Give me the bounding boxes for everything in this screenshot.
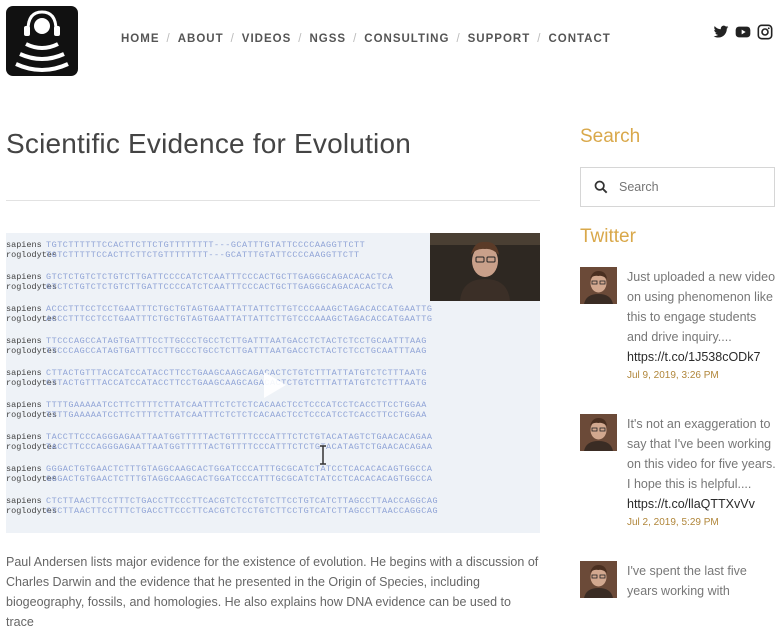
- dna-sequence: TTTTGAAAAATCCTTCTTTTCTTATCAATTTCTCTCTCAC…: [46, 411, 427, 420]
- species-label: roglodytes: [6, 443, 58, 452]
- species-label: sapiens: [6, 497, 42, 506]
- nav-home[interactable]: HOME: [121, 33, 160, 45]
- divider: [6, 200, 540, 201]
- social-links: [713, 24, 773, 40]
- nav-separator: /: [298, 33, 303, 45]
- site-logo[interactable]: [6, 6, 78, 76]
- species-label: roglodytes: [6, 475, 58, 484]
- sequence-row: roglodytesTACCTTCCCAGGGAGAATTAATGGTTTTTA…: [6, 443, 540, 467]
- nav-separator: /: [537, 33, 542, 45]
- text-cursor-icon: [319, 445, 327, 465]
- species-label: sapiens: [6, 241, 42, 250]
- species-label: sapiens: [6, 433, 42, 442]
- tweet-text: I've spent the last five years working w…: [627, 564, 747, 598]
- sequence-row: roglodytesGGGACTGTGAACTCTTTGTAGGCAAGCACT…: [6, 475, 540, 499]
- dna-sequence: ACCCTTTCCTCCTGAATTTCTGCTGTAGTGAATTATTATT…: [46, 305, 433, 314]
- twitter-heading: Twitter: [580, 226, 636, 247]
- video-player[interactable]: sapiens TGTCTTTTTTCCACTTCTTCTGTTTTTTTT---…: [6, 233, 540, 533]
- dna-sequence: CTTACTGTTTACCATCCATACCTTCCTGAAGCAAGCAGAC…: [46, 379, 427, 388]
- nav-support[interactable]: SUPPORT: [468, 33, 531, 45]
- sequence-row: roglodytesTTTTGAAAAATCCTTCTTTTCTTATCAATT…: [6, 411, 540, 435]
- search-input[interactable]: [617, 179, 761, 195]
- dna-sequence: GGGACTGTGAACTCTTTGTAGGCAAGCACTGGATCCCATT…: [46, 475, 433, 484]
- species-label: sapiens: [6, 401, 42, 410]
- nav-separator: /: [456, 33, 461, 45]
- nav-separator: /: [230, 33, 235, 45]
- dna-sequence: GTCTCTGTCTCTGTCTTGATTCCCCATCTCAATTTCCCAC…: [46, 273, 394, 282]
- nav-separator: /: [166, 33, 171, 45]
- search-heading: Search: [580, 126, 641, 147]
- species-label: sapiens: [6, 273, 42, 282]
- nav-videos[interactable]: VIDEOS: [242, 33, 291, 45]
- species-label: roglodytes: [6, 251, 58, 260]
- twitter-icon[interactable]: [713, 24, 729, 40]
- avatar[interactable]: [580, 267, 617, 304]
- instagram-icon[interactable]: [757, 24, 773, 40]
- species-label: roglodytes: [6, 411, 58, 420]
- dna-sequence: CTCTTAACTTCCTTTCTGACCTTCCCTTCACGTCTCCTGT…: [46, 497, 439, 506]
- species-label: sapiens: [6, 337, 42, 346]
- dna-sequence: TGTCTTTTTTCCACTTCTTCTGTTTTTTTT---GCATTTG…: [46, 241, 366, 250]
- dna-sequence: CTTACTGTTTACCATCCATACCTTCCTGAAGCAAGCAGAC…: [46, 369, 427, 378]
- tweet-text: It's not an exaggeration to say that I'v…: [627, 417, 776, 491]
- page-title: Scientific Evidence for Evolution: [6, 128, 412, 159]
- dna-sequence: TGTCTTTTTCCACTTCTTCTGTTTTTTTT---GCATTTGT…: [46, 251, 360, 260]
- search-field[interactable]: [580, 167, 775, 207]
- species-label: roglodytes: [6, 379, 58, 388]
- avatar[interactable]: [580, 414, 617, 451]
- video-description: Paul Andersen lists major evidence for t…: [6, 555, 539, 629]
- sequence-row: roglodytesACCCTTTCCTCCTGAATTTCTGCTGTAGTG…: [6, 315, 540, 339]
- main-nav: HOME / ABOUT / VIDEOS / NGSS / CONSULTIN…: [121, 33, 611, 45]
- nav-ngss[interactable]: NGSS: [309, 33, 346, 45]
- avatar[interactable]: [580, 561, 617, 598]
- dna-sequence: GTCTCTGTCTCTGTCTTGATTCCCCATCTCAATTTCCCAC…: [46, 283, 394, 292]
- species-label: sapiens: [6, 305, 42, 314]
- nav-consulting[interactable]: CONSULTING: [364, 33, 449, 45]
- species-label: sapiens: [6, 465, 42, 474]
- presenter-webcam-inset: [430, 233, 540, 301]
- dna-sequence: TACCTTCCCAGGGAGAATTAATGGTTTTTACTGTTTTCCC…: [46, 433, 433, 442]
- headphones-logo-icon: [15, 10, 69, 72]
- dna-sequence: TTCCCAGCCATAGTGATTTCCTTGCCCTGCCTCTTGATTT…: [46, 347, 427, 356]
- play-icon[interactable]: [256, 368, 290, 402]
- species-label: roglodytes: [6, 347, 58, 356]
- dna-sequence: CTCTTAACTTCCTTTCTGACCTTCCCTTCACGTCTCCTGT…: [46, 507, 439, 516]
- tweet-text: Just uploaded a new video on using pheno…: [627, 270, 776, 344]
- tweet-date[interactable]: Jul 2, 2019, 5:29 PM: [627, 517, 777, 528]
- tweet-date[interactable]: Jul 9, 2019, 3:26 PM: [627, 370, 777, 381]
- species-label: sapiens: [6, 369, 42, 378]
- dna-sequence: TTTTGAAAAATCCTTCTTTTCTTATCAATTTCTCTCTCAC…: [46, 401, 427, 410]
- search-icon: [594, 180, 608, 194]
- tweet-link[interactable]: https://t.co/llaQTTXvVv: [627, 494, 777, 514]
- species-label: roglodytes: [6, 315, 58, 324]
- tweet-link[interactable]: https://t.co/1J538cODk7: [627, 347, 777, 367]
- dna-sequence: GGGACTGTGAACTCTTTGTAGGCAAGCACTGGATCCCATT…: [46, 465, 433, 474]
- species-label: roglodytes: [6, 507, 58, 516]
- nav-about[interactable]: ABOUT: [178, 33, 224, 45]
- nav-contact[interactable]: CONTACT: [548, 33, 610, 45]
- youtube-icon[interactable]: [735, 24, 751, 40]
- dna-sequence: TACCTTCCCAGGGAGAATTAATGGTTTTTACTGTTTTCCC…: [46, 443, 433, 452]
- species-label: roglodytes: [6, 283, 58, 292]
- dna-sequence: TTCCCAGCCATAGTGATTTCCTTGCCCTGCCTCTTGATTT…: [46, 337, 427, 346]
- dna-sequence: ACCCTTTCCTCCTGAATTTCTGCTGTAGTGAATTATTATT…: [46, 315, 433, 324]
- sequence-row: roglodytesCTCTTAACTTCCTTTCTGACCTTCCCTTCA…: [6, 507, 540, 531]
- nav-separator: /: [353, 33, 358, 45]
